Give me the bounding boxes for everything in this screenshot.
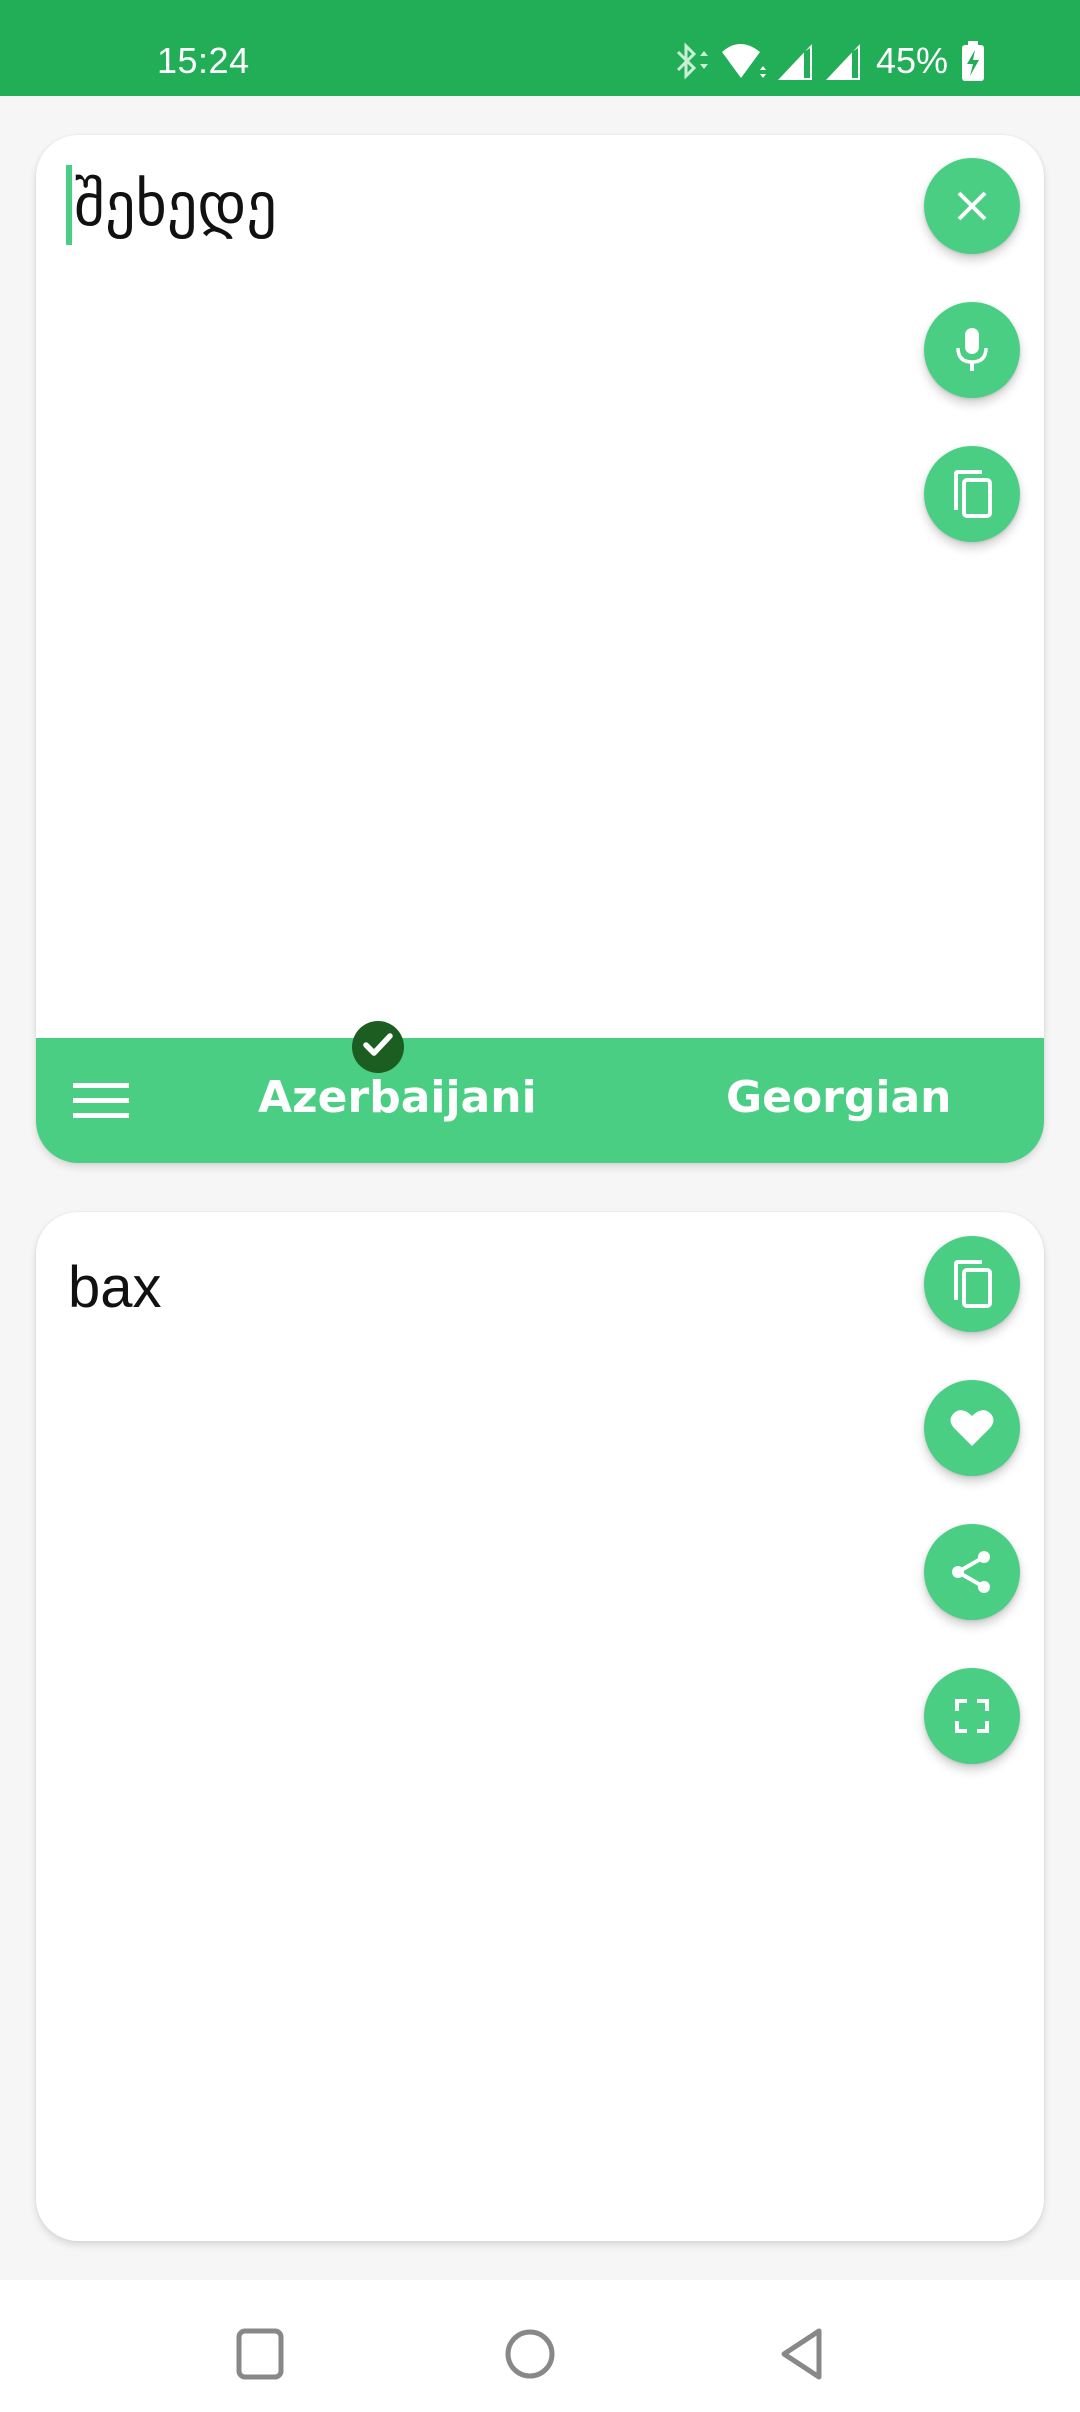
share-button[interactable] xyxy=(924,1524,1020,1620)
status-time: 15:24 xyxy=(157,40,250,81)
source-panel: შეხედე Azerbaijani Georgian xyxy=(36,135,1044,1163)
paste-button[interactable] xyxy=(924,446,1020,542)
microphone-icon xyxy=(954,326,990,374)
bluetooth-icon xyxy=(672,40,712,82)
recents-button[interactable] xyxy=(220,2316,300,2396)
language-bar: Azerbaijani Georgian xyxy=(36,1038,1044,1163)
favorite-button[interactable] xyxy=(924,1380,1020,1476)
close-icon xyxy=(954,188,990,224)
copy-icon xyxy=(950,1258,994,1310)
home-button[interactable] xyxy=(490,2316,570,2396)
wifi-icon xyxy=(720,40,768,82)
fullscreen-icon xyxy=(955,1699,989,1733)
translated-text: bax xyxy=(68,1255,162,1320)
signal-icon xyxy=(776,40,816,82)
source-language-button[interactable]: Azerbaijani xyxy=(258,1072,537,1123)
selected-language-badge xyxy=(352,1021,404,1073)
check-icon xyxy=(363,1032,393,1063)
source-text-input[interactable]: შეხედე xyxy=(66,165,277,245)
menu-button[interactable] xyxy=(56,1058,146,1148)
signal-icon xyxy=(824,40,864,82)
fullscreen-button[interactable] xyxy=(924,1668,1020,1764)
status-icons: 45% xyxy=(672,38,986,84)
text-cursor xyxy=(66,165,72,245)
battery-percent: 45% xyxy=(876,40,949,81)
back-button[interactable] xyxy=(762,2316,842,2396)
clear-button[interactable] xyxy=(924,158,1020,254)
hamburger-menu-icon xyxy=(73,1081,129,1126)
status-bar: 15:24 45% xyxy=(0,0,1080,96)
system-nav-bar xyxy=(0,2280,1080,2412)
heart-icon xyxy=(949,1408,995,1448)
copy-translation-button[interactable] xyxy=(924,1236,1020,1332)
battery-charging-icon xyxy=(960,40,986,82)
recents-icon xyxy=(236,2328,284,2385)
target-language-button[interactable]: Georgian xyxy=(726,1072,951,1123)
copy-icon xyxy=(950,468,994,520)
share-icon xyxy=(950,1549,994,1595)
home-icon xyxy=(504,2328,556,2385)
source-text: შეხედე xyxy=(74,170,277,240)
translation-panel: bax xyxy=(36,1212,1044,2241)
back-icon xyxy=(779,2327,825,2386)
voice-input-button[interactable] xyxy=(924,302,1020,398)
